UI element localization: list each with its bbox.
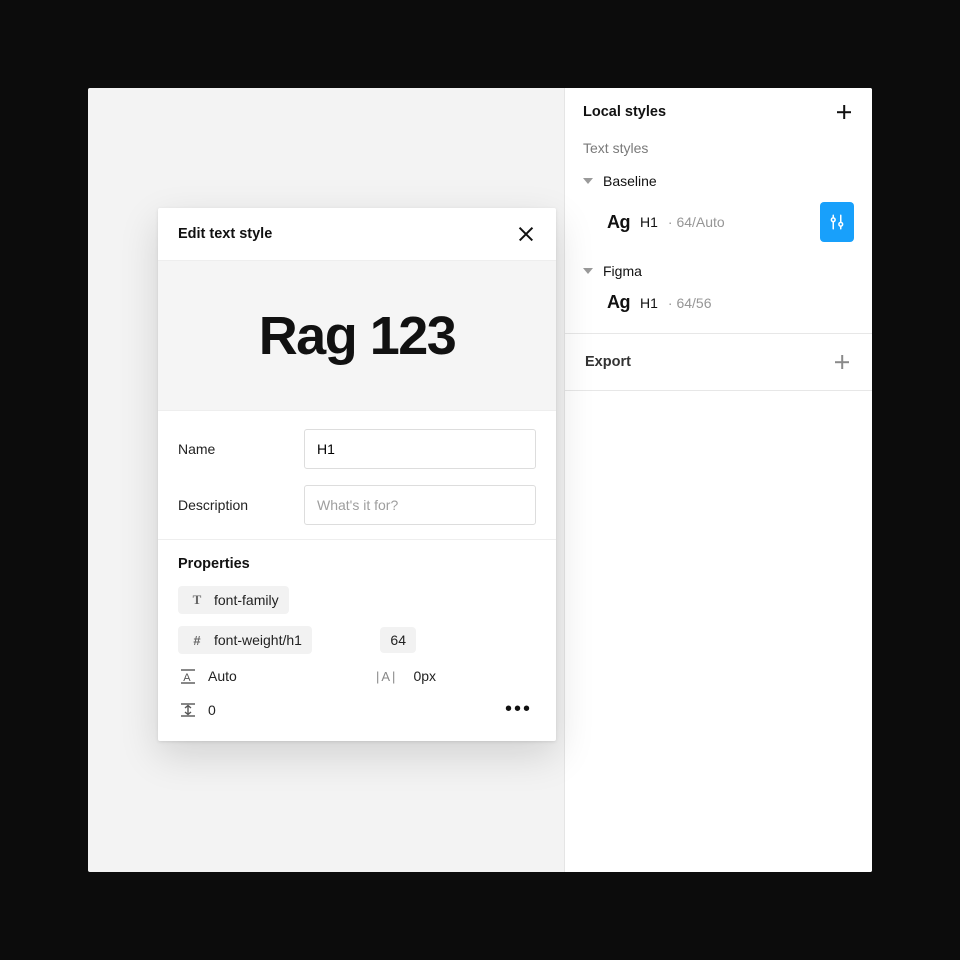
dialog-title: Edit text style: [178, 226, 272, 242]
name-input[interactable]: [304, 429, 536, 469]
type-swatch-icon: Ag: [607, 212, 630, 233]
type-swatch-icon: Ag: [607, 292, 630, 313]
name-label: Name: [178, 441, 304, 457]
add-export-button[interactable]: [832, 352, 852, 372]
text-styles-section-label: Text styles: [565, 130, 872, 164]
style-item-baseline-h1[interactable]: Ag H1 · 64/Auto: [565, 196, 872, 248]
local-styles-panel: Local styles Text styles Baseline Ag H1 …: [564, 88, 872, 872]
paragraph-spacing-value[interactable]: 0: [208, 702, 216, 718]
canvas: Local styles Text styles Baseline Ag H1 …: [88, 88, 872, 872]
style-group-baseline[interactable]: Baseline: [565, 166, 872, 196]
chevron-down-icon: [583, 178, 593, 184]
chevron-down-icon: [583, 268, 593, 274]
font-family-token[interactable]: T font-family: [178, 586, 289, 614]
close-button[interactable]: [516, 224, 536, 244]
font-size-value[interactable]: 64: [380, 627, 416, 653]
edit-style-button[interactable]: [820, 202, 854, 242]
description-input[interactable]: [304, 485, 536, 525]
style-group-figma[interactable]: Figma: [565, 256, 872, 286]
line-height-icon: A: [178, 666, 198, 686]
paragraph-spacing-icon: [178, 700, 198, 720]
local-styles-title: Local styles: [583, 104, 666, 120]
letter-spacing-value[interactable]: 0px: [413, 668, 436, 684]
add-style-button[interactable]: [834, 102, 854, 122]
font-weight-token[interactable]: # font-weight/h1: [178, 626, 312, 654]
more-options-button[interactable]: •••: [501, 698, 536, 721]
properties-heading: Properties: [178, 556, 536, 572]
sliders-icon: [828, 213, 846, 231]
type-icon: T: [188, 591, 206, 609]
description-label: Description: [178, 497, 304, 513]
export-section[interactable]: Export: [565, 333, 872, 391]
edit-text-style-dialog: Edit text style Rag 123 Name Description…: [158, 208, 556, 741]
letter-spacing-icon: |A|: [376, 669, 397, 684]
line-height-value[interactable]: Auto: [208, 668, 362, 684]
style-item-figma-h1[interactable]: Ag H1 · 64/56: [565, 286, 872, 319]
hash-icon: #: [188, 631, 206, 649]
preview-area: Rag 123: [158, 261, 556, 411]
svg-text:A: A: [183, 672, 191, 684]
preview-sample-text: Rag 123: [259, 305, 456, 367]
